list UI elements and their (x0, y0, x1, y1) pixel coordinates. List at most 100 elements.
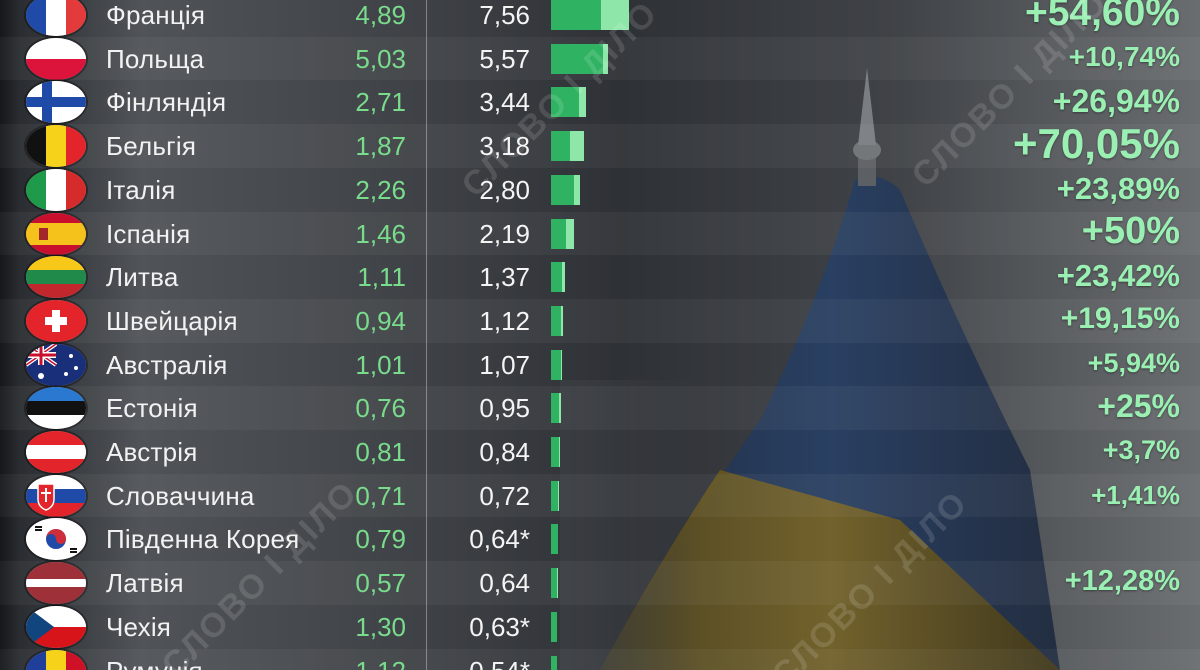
bar-growth-segment (574, 174, 580, 205)
austria-flag-icon (26, 431, 86, 473)
finland-flag-icon (26, 81, 86, 124)
value-2022: 1,12 (479, 305, 530, 336)
poland-flag-icon (26, 37, 86, 80)
value-2022: 0,72 (479, 480, 530, 511)
country-label: Фінляндія (106, 87, 227, 118)
bar-growth-segment (561, 349, 562, 380)
bar-base-segment (551, 349, 562, 380)
column-divider (426, 0, 427, 670)
percent-change-label: +1,41% (1091, 479, 1180, 510)
bar-growth-segment (570, 131, 584, 162)
table-row: Латвія 0,57 0,64 +12,28% (0, 561, 1200, 605)
value-2022: 2,19 (479, 218, 530, 249)
country-label: Італія (106, 174, 176, 205)
value-2021: 0,94 (355, 305, 406, 336)
value-2021: 0,81 (355, 437, 406, 467)
country-label: Австралія (106, 349, 228, 380)
value-2021: 0,76 (355, 393, 406, 424)
country-label: Латвія (106, 568, 184, 599)
bar-base-segment (551, 524, 558, 555)
south-korea-flag-icon (26, 518, 86, 561)
bar-base-segment (551, 480, 559, 511)
value-2022: 0,63* (469, 611, 530, 642)
percent-change-label: +5,94% (1087, 347, 1180, 378)
romania-flag-icon (26, 649, 86, 670)
slovakia-flag-icon (26, 474, 86, 517)
table-row: Литва 1,11 1,37 +23,42% (0, 255, 1200, 299)
country-label: Франція (106, 0, 206, 30)
value-2021: 1,11 (357, 262, 406, 293)
bar-growth-segment (566, 218, 574, 249)
table-row: Іспанія 1,46 2,19 +50% (0, 209, 1200, 256)
percent-change-label: +3,7% (1102, 435, 1180, 466)
bar-growth-segment (558, 393, 561, 424)
bar-base-segment (551, 262, 563, 293)
switzerland-flag-icon (26, 299, 86, 342)
table-row: Австрія 0,81 0,84 +3,7% (0, 430, 1200, 474)
table-row: Південна Корея 0,79 0,64* (0, 517, 1200, 561)
bar-base-segment (551, 611, 558, 642)
bar-growth-segment (556, 568, 558, 599)
percent-change-label: +26,94% (1052, 82, 1180, 119)
latvia-flag-icon (26, 562, 86, 605)
value-2021: 5,03 (355, 43, 406, 74)
value-2021: 1,01 (355, 349, 406, 380)
bar-base-segment (551, 0, 602, 30)
value-2021: 2,26 (355, 174, 406, 205)
bar-base-segment (551, 174, 575, 205)
value-2021: 1,30 (355, 611, 406, 642)
percent-change-label: +12,28% (1064, 565, 1180, 598)
percent-change-label: +23,89% (1056, 170, 1180, 206)
france-flag-icon (26, 0, 86, 36)
bar-base-segment (551, 131, 571, 162)
value-2021: 1,12 (300, 656, 406, 670)
bar-base-segment (551, 655, 557, 670)
belgium-flag-icon (26, 125, 86, 168)
bar-growth-segment (562, 262, 566, 293)
value-2022: 0,64 (479, 568, 530, 599)
estonia-flag-icon (26, 387, 86, 430)
lithuania-flag-icon (26, 256, 86, 299)
percent-change-label: +23,42% (1056, 257, 1180, 293)
table-row: Швейцарія 0,94 1,12 +19,15% (0, 298, 1200, 343)
value-2022: 1,07 (479, 349, 530, 380)
australia-flag-icon (26, 343, 86, 386)
value-2022: 3,44 (479, 87, 530, 118)
italy-flag-icon (26, 168, 86, 211)
percent-change-label: +10,74% (1068, 41, 1180, 73)
country-label: Словаччина (106, 480, 255, 511)
value-2022: 1,37 (479, 262, 530, 293)
country-label: Іспанія (106, 218, 191, 249)
value-2022: 0,54* (420, 656, 530, 670)
percent-change-label: +25% (1097, 388, 1180, 425)
bar-base-segment (551, 437, 560, 467)
value-2021: 0,57 (355, 568, 406, 599)
table-row: Бельгія 1,87 3,18 +70,05% (0, 120, 1200, 168)
percent-change-label: +50% (1081, 209, 1180, 252)
bar-base-segment (551, 393, 559, 424)
value-2021: 2,71 (355, 87, 406, 118)
value-2021: 4,89 (355, 0, 406, 30)
value-2022: 0,84 (479, 437, 530, 467)
percent-change-label: +70,05% (1013, 120, 1180, 168)
table-row: Італія 2,26 2,80 +23,89% (0, 168, 1200, 212)
country-label: Швейцарія (106, 305, 238, 336)
value-2022: 0,64* (469, 524, 530, 555)
bar-base-segment (551, 218, 567, 249)
country-label: Литва (106, 262, 179, 293)
value-2021: 1,87 (355, 131, 406, 162)
czechia-flag-icon (26, 605, 86, 648)
value-2022: 7,56 (479, 0, 530, 30)
chart-stage: Франція 4,89 7,56 +54,60% Польща 5,03 5,57 +10,… (0, 0, 1200, 670)
spain-flag-icon (26, 212, 86, 255)
bar-base-segment (551, 305, 561, 336)
table-row: Естонія 0,76 0,95 +25% (0, 386, 1200, 430)
country-label: Польща (106, 43, 205, 74)
table-row: Словаччина 0,71 0,72 +1,41% (0, 473, 1200, 518)
value-2022: 5,57 (479, 43, 530, 74)
country-label: Естонія (106, 393, 198, 424)
table-row: Австралія 1,01 1,07 +5,94% (0, 343, 1200, 387)
value-2022: 0,95 (479, 393, 530, 424)
percent-change-label: +19,15% (1060, 302, 1180, 336)
value-2021: 1,46 (355, 218, 406, 249)
